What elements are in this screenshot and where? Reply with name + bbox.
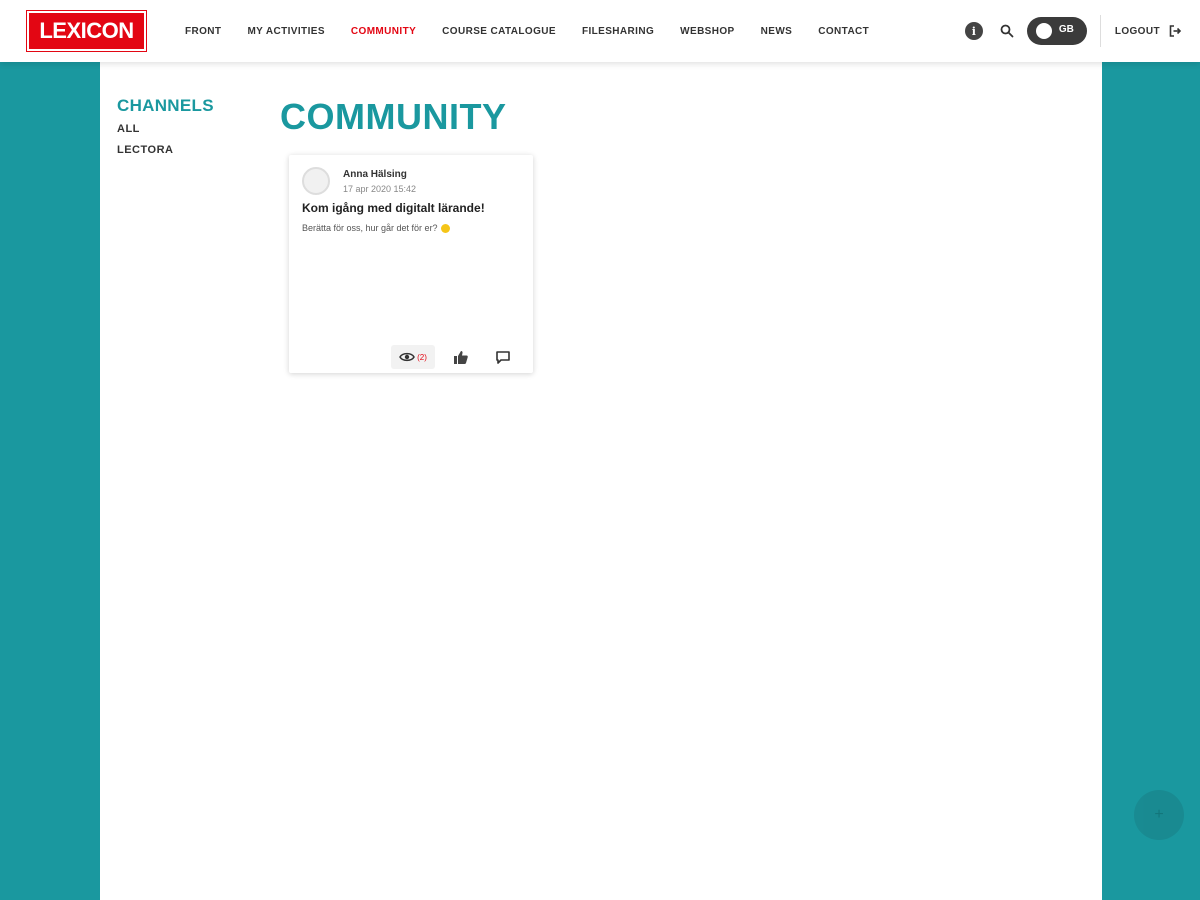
channel-all[interactable]: ALL [117,123,257,135]
main-nav: FRONT MY ACTIVITIES COMMUNITY COURSE CAT… [172,0,882,62]
channels-heading: CHANNELS [117,96,214,115]
top-navigation-bar: LEXICON FRONT MY ACTIVITIES COMMUNITY CO… [0,0,1200,62]
toggle-knob [1035,23,1052,39]
like-button[interactable] [451,347,471,367]
comment-icon [496,350,510,364]
logout-label: LOGOUT [1114,25,1160,37]
nav-course-catalogue[interactable]: COURSE CATALOGUE [429,26,569,37]
post-author: Anna Hälsing [343,169,407,180]
search-icon[interactable] [999,23,1015,39]
avatar [302,167,330,195]
channel-lectora[interactable]: LECTORA [117,144,257,156]
post-timestamp: 17 apr 2020 15:42 [343,184,417,194]
post-card[interactable]: Anna Hälsing 17 apr 2020 15:42 Kom igång… [289,155,533,373]
nav-front[interactable]: FRONT [172,26,234,37]
nav-my-activities[interactable]: MY ACTIVITIES [234,26,337,37]
comment-button[interactable] [493,347,513,367]
post-actions: (2) [391,345,513,369]
smiley-emoji-icon [440,223,450,233]
floating-action-button[interactable]: + [1134,790,1184,840]
language-toggle[interactable]: GB [1026,17,1087,45]
logout-icon [1169,25,1182,37]
post-title[interactable]: Kom igång med digitalt lärande! [302,201,485,215]
views-count: (2) [417,352,427,362]
plus-icon: + [1154,806,1164,823]
nav-webshop[interactable]: WEBSHOP [667,26,747,37]
channels-sidebar: CHANNELS ALL LECTORA [117,96,257,165]
eye-icon [399,352,415,362]
nav-community[interactable]: COMMUNITY [338,26,429,37]
info-icon[interactable]: i [964,22,983,40]
nav-filesharing[interactable]: FILESHARING [569,26,667,37]
post-body: Berätta för oss, hur går det för er? [302,223,450,233]
lexicon-logo[interactable]: LEXICON [26,10,147,52]
logout-button[interactable]: LOGOUT [1115,24,1182,38]
header-divider [1099,15,1101,47]
thumbs-up-icon [454,350,468,364]
language-label: GB [1058,24,1074,35]
views-button[interactable]: (2) [391,345,435,369]
nav-news[interactable]: NEWS [748,26,806,37]
main-content: CHANNELS ALL LECTORA COMMUNITY Anna Häls… [100,62,1102,900]
nav-contact[interactable]: CONTACT [805,26,882,37]
post-body-text: Berätta för oss, hur går det för er? [302,223,438,233]
page-title: COMMUNITY [280,96,507,137]
header-actions: i GB LOGOUT [964,0,1200,62]
